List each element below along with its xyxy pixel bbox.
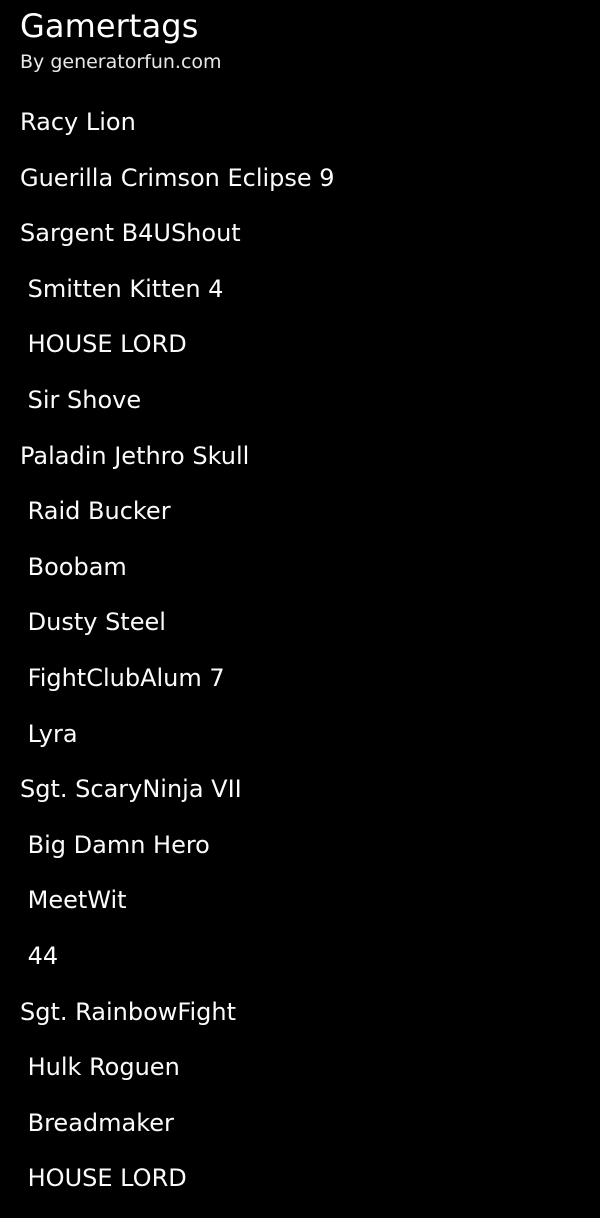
page-title: Gamertags (20, 7, 199, 45)
list-item: Paladin Jethro Skull (20, 441, 250, 470)
page-root: Gamertags By generatorfun.com Racy Lion G… (0, 0, 600, 1218)
list-item: Sargent B4UShout (20, 219, 241, 248)
list-item: Breadmaker (20, 1108, 174, 1137)
list-item: Boobam (20, 552, 127, 581)
list-item: Hulk Roguen (20, 1053, 180, 1082)
page-byline: By generatorfun.com (20, 51, 222, 73)
list-item: MeetWit (20, 886, 127, 915)
list-item: Smitten Kitten 4 (20, 274, 224, 303)
list-item: Sgt. RainbowFight (20, 997, 236, 1026)
list-item: Big Damn Hero (20, 830, 210, 859)
list-item: HOUSE LORD (20, 1164, 187, 1193)
list-item: Sgt. ScaryNinja VII (20, 775, 242, 804)
list-item: Racy Lion (20, 108, 136, 136)
list-item: 44 (20, 941, 59, 970)
list-item: Guerilla Crimson Eclipse 9 (20, 163, 335, 192)
list-item: Lyra (20, 719, 78, 748)
list-item: Raid Bucker (20, 497, 171, 526)
list-item: Dusty Steel (20, 608, 166, 637)
list-item: Sir Shove (20, 385, 142, 414)
gamertag-list: Racy Lion Guerilla Crimson Eclipse 9 Sarge… (0, 95, 600, 1207)
list-item: FightClubAlum 7 (20, 663, 225, 692)
list-item: HOUSE LORD (20, 330, 187, 359)
